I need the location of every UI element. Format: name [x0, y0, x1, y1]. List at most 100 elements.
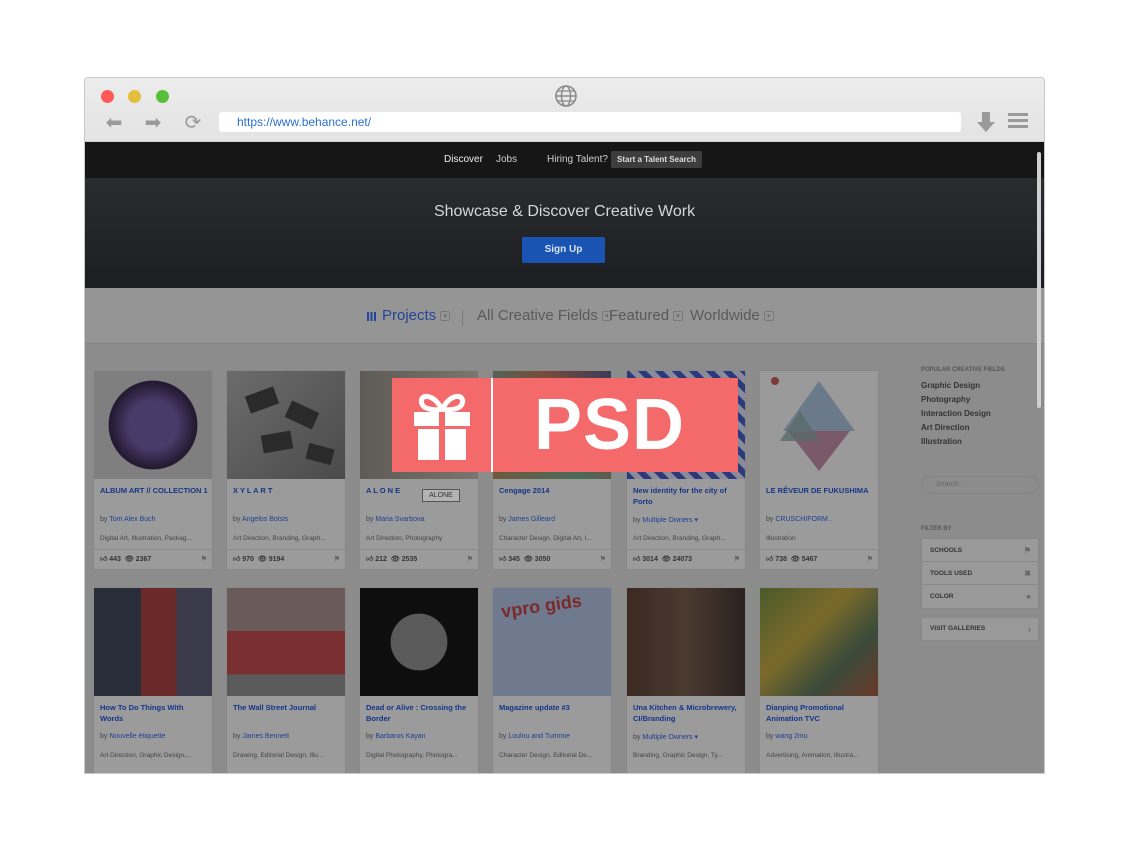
- filter-tools-used[interactable]: TOOLS USED ✖: [922, 562, 1038, 585]
- project-stats: 👍︎ 738 👁︎ 5467 ⚑: [760, 549, 878, 569]
- hero-title: Showcase & Discover Creative Work: [433, 203, 696, 220]
- maximize-window-button[interactable]: [156, 90, 169, 103]
- project-thumbnail[interactable]: [760, 371, 878, 479]
- project-thumbnail[interactable]: [627, 588, 745, 696]
- popular-fields-heading: POPULAR CREATIVE FIELDS: [921, 367, 1005, 373]
- project-fields: Character Design, Digital Art, I...: [499, 535, 592, 542]
- project-thumbnail[interactable]: [227, 588, 345, 696]
- filter-fields[interactable]: All Creative Fields ▾: [477, 307, 612, 324]
- sidebar-item-photography[interactable]: Photography: [921, 395, 1043, 404]
- filter-projects[interactable]: Projects ▾: [367, 307, 451, 324]
- grid-icon: [367, 311, 376, 321]
- project-card[interactable]: How To Do Things With Words by Nouvelle …: [93, 587, 213, 773]
- project-title[interactable]: Dead or Alive : Crossing the Border: [366, 702, 474, 724]
- project-thumbnail[interactable]: [94, 371, 212, 479]
- project-stats: 👍︎ 345 👁︎ 3050 ⚑: [493, 549, 611, 569]
- flag-icon[interactable]: ⚑: [467, 550, 473, 570]
- project-card[interactable]: LE RÊVEUR DE FUKUSHIMA by CRUSCHIFORM . …: [759, 370, 879, 570]
- psd-badge: PSD: [392, 378, 738, 472]
- project-card[interactable]: Dead or Alive : Crossing the Border by B…: [359, 587, 479, 773]
- nav-discover[interactable]: Discover: [444, 154, 483, 165]
- project-stats: 👍︎ 443 👁︎ 2367 ⚑: [94, 549, 212, 569]
- menu-icon[interactable]: [1008, 113, 1028, 129]
- chevron-down-icon: ▾: [440, 311, 451, 322]
- chevron-down-icon: ▾: [763, 311, 774, 322]
- flag-icon[interactable]: ⚑: [201, 550, 207, 570]
- visit-galleries-button[interactable]: VISIT GALLERIES ›: [921, 617, 1039, 641]
- flag-icon[interactable]: ⚑: [334, 550, 340, 570]
- filter-featured[interactable]: Featured ▾: [609, 307, 684, 324]
- project-card[interactable]: Dianping Promotional Animation TVC by wa…: [759, 587, 879, 773]
- project-thumbnail[interactable]: vpro gids: [493, 588, 611, 696]
- project-title[interactable]: ALBUM ART // COLLECTION 1: [100, 485, 208, 496]
- project-fields: Art Direction, Branding, Graph...: [633, 535, 726, 542]
- sidebar-item-interaction-design[interactable]: Interaction Design: [921, 409, 1043, 418]
- project-thumbnail[interactable]: [360, 588, 478, 696]
- sidebar-item-graphic-design[interactable]: Graphic Design: [921, 381, 1043, 390]
- sidebar-item-art-direction[interactable]: Art Direction: [921, 423, 1043, 432]
- project-thumbnail[interactable]: [760, 588, 878, 696]
- reload-icon[interactable]: ⟳: [181, 111, 205, 133]
- project-title[interactable]: A L O N E: [366, 485, 474, 496]
- project-fields: Art Direction, Photography: [366, 535, 443, 542]
- close-window-button[interactable]: [101, 90, 114, 103]
- nav-jobs[interactable]: Jobs: [496, 154, 517, 165]
- chevron-down-icon[interactable]: ▾: [695, 734, 699, 741]
- filter-color[interactable]: COLOR ●: [922, 585, 1038, 608]
- project-owner: by James Gilleard: [499, 516, 556, 523]
- project-stats: 👍︎ 970 👁︎ 9194 ⚑: [227, 549, 345, 569]
- project-card[interactable]: vpro gids Magazine update #3 by Loulou a…: [492, 587, 612, 773]
- project-title[interactable]: Una Kitchen & Microbrewery, CI/Branding: [633, 702, 741, 724]
- flag-icon[interactable]: ⚑: [867, 550, 873, 570]
- project-thumbnail[interactable]: [94, 588, 212, 696]
- project-title[interactable]: Cengage 2014: [499, 485, 607, 496]
- signup-button[interactable]: Sign Up: [522, 237, 605, 263]
- filter-box: SCHOOLS ⚑ TOOLS USED ✖ COLOR ●: [921, 538, 1039, 609]
- badge-divider: [491, 378, 493, 472]
- flag-icon[interactable]: ⚑: [600, 550, 606, 570]
- talent-search-button[interactable]: Start a Talent Search: [611, 151, 702, 168]
- project-title[interactable]: Magazine update #3: [499, 702, 607, 713]
- project-title[interactable]: How To Do Things With Words: [100, 702, 208, 724]
- minimize-window-button[interactable]: [128, 90, 141, 103]
- project-owner: by Multiple Owners ▾: [633, 734, 699, 741]
- project-title[interactable]: New identity for the city of Porto: [633, 485, 741, 507]
- project-fields: Art Direction, Branding, Graph...: [233, 535, 326, 542]
- sidebar-item-illustration[interactable]: Illustration: [921, 437, 1043, 446]
- chevron-down-icon: ▾: [673, 311, 684, 322]
- project-thumbnail[interactable]: [227, 371, 345, 479]
- project-owner: by Barbaros Kayan: [366, 733, 426, 740]
- nav-hiring[interactable]: Hiring Talent?: [547, 154, 608, 165]
- hero-banner: Showcase & Discover Creative Work Sign U…: [85, 178, 1044, 288]
- project-stats: 👍︎ 212 👁︎ 2535 ⚑: [360, 549, 478, 569]
- url-bar[interactable]: https://www.behance.net/: [219, 112, 961, 132]
- flag-icon[interactable]: ⚑: [734, 550, 740, 570]
- project-card[interactable]: ALBUM ART // COLLECTION 1 by Tom Alex Bu…: [93, 370, 213, 570]
- filter-schools[interactable]: SCHOOLS ⚑: [922, 539, 1038, 562]
- project-card[interactable]: The Wall Street Journal by James Bennett…: [226, 587, 346, 773]
- project-title[interactable]: X Y L A R T: [233, 485, 341, 496]
- tools-icon: ✖: [1024, 569, 1031, 578]
- project-fields: Digital Photography, Photogra...: [366, 752, 458, 759]
- project-fields: Drawing, Editorial Design, Illu...: [233, 752, 324, 759]
- project-fields: Advertising, Animation, Illustra...: [766, 752, 859, 759]
- back-arrow-icon[interactable]: ⬅: [102, 111, 126, 133]
- project-fields: Branding, Graphic Design, Ty...: [633, 752, 723, 759]
- project-owner: by Tom Alex Buch: [100, 516, 156, 523]
- project-owner: by Loulou and Tummie: [499, 733, 570, 740]
- forward-arrow-icon[interactable]: ➡: [141, 111, 165, 133]
- psd-label: PSD: [534, 385, 686, 465]
- project-card[interactable]: X Y L A R T by Angelos Botsis Art Direct…: [226, 370, 346, 570]
- search-input[interactable]: Search...: [921, 476, 1039, 494]
- project-title[interactable]: The Wall Street Journal: [233, 702, 341, 713]
- globe-icon: [555, 85, 577, 107]
- chevron-down-icon[interactable]: ▾: [695, 517, 699, 524]
- scrollbar[interactable]: [1037, 152, 1041, 408]
- project-owner: by wang 2mu: [766, 733, 808, 740]
- project-owner: by Nouvelle étiquette: [100, 733, 166, 740]
- filter-worldwide[interactable]: Worldwide ▾: [690, 307, 774, 324]
- project-card[interactable]: Una Kitchen & Microbrewery, CI/Branding …: [626, 587, 746, 773]
- download-icon[interactable]: [975, 110, 997, 134]
- project-title[interactable]: LE RÊVEUR DE FUKUSHIMA: [766, 485, 874, 496]
- project-title[interactable]: Dianping Promotional Animation TVC: [766, 702, 874, 724]
